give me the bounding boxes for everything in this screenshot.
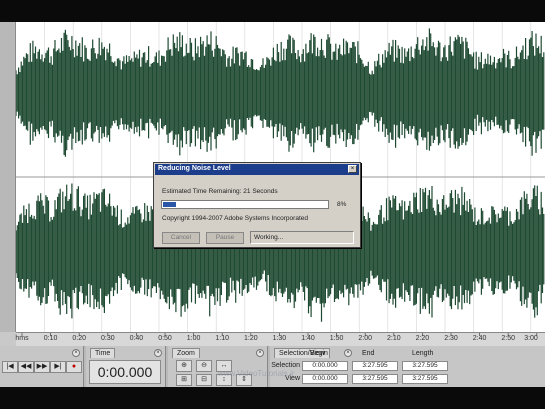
selection-begin-field[interactable]: 0:00.000 [302,361,348,371]
time-panel: Time × 0:00.000 [86,346,166,387]
fast-forward-button[interactable]: ▶▶ [34,361,50,373]
dialog-close-icon[interactable]: × [348,165,357,173]
reducing-noise-dialog[interactable]: Reducing Noise Level × Estimated Time Re… [153,162,361,248]
forward-to-end-icon: ▶| [54,363,62,370]
ruler-tick-label: 3:00 [524,335,538,342]
ruler-tick-label: 2:00 [358,335,372,342]
progress-bar-fill [163,202,176,207]
transport-panel: |◀ ◀◀ ▶▶ ▶| ● × [0,346,84,387]
zoom-in-horizontal-button[interactable]: ⊕ [176,360,192,372]
zoom-out-full-icon: ↔ [220,362,228,369]
fast-forward-icon: ▶▶ [36,363,48,370]
forward-to-end-button[interactable]: ▶| [50,361,66,373]
progress-percent: 8% [337,201,347,208]
selection-view-panel: Selection/View × Begin End Length Select… [270,346,545,387]
bottom-panels: |◀ ◀◀ ▶▶ ▶| ● × Time × 0:00.000 Zoom × ⊕… [0,346,545,387]
zoom-out-horizontal-icon: ⊖ [201,362,207,369]
ruler-tick-label: 0:20 [72,335,86,342]
pause-button[interactable]: Pause [206,232,244,244]
zoom-in-right-button[interactable]: ⊟ [196,374,212,386]
rewind-icon: ◀◀ [20,363,32,370]
time-panel-close-icon[interactable]: × [154,349,162,357]
ruler-tick-label: 2:40 [472,335,487,342]
left-channel-waveform[interactable] [16,28,545,157]
time-ruler[interactable]: hms 0:10 0:20 0:30 0:40 0:50 1:00 1:10 1:20 1:30 1… [15,332,545,346]
ruler-tick-label: 1:30 [272,335,287,342]
record-icon: ● [71,363,77,370]
zoom-panel-close-icon[interactable]: × [256,349,264,357]
ruler-tick-label: 0:40 [129,335,144,342]
ruler-tick-label: 2:30 [444,335,458,342]
selection-panel-close-icon[interactable]: × [344,349,352,357]
zoom-in-horizontal-icon: ⊕ [181,362,187,369]
zoom-in-left-button[interactable]: ⊞ [176,374,192,386]
begin-column-header: Begin [310,350,328,357]
ruler-tick-label: 2:50 [501,335,515,342]
audio-editor-window: hms 0:10 0:20 0:30 0:40 0:50 1:00 1:10 1:20 1:30 1… [0,22,545,387]
rewind-to-start-button[interactable]: |◀ [2,361,18,373]
waveform-path [16,28,545,157]
ruler-tick-label: 2:10 [386,335,401,342]
copyright-text: Copyright 1994-2007 Adobe Systems Incorp… [162,215,308,222]
estimated-time-text: Estimated Time Remaining: 21 Seconds [162,188,278,195]
ruler-tick-label: 0:10 [43,335,58,342]
ruler-tick-label: 2:20 [415,335,430,342]
zoom-in-left-icon: ⊞ [181,376,187,383]
ruler-tick-label: 1:20 [243,335,258,342]
zoom-in-right-icon: ⊟ [201,376,207,383]
ruler-tick-label: 1:00 [186,335,201,342]
waveform-left-gutter [0,22,16,332]
status-field: Working... [250,231,354,244]
length-column-header: Length [412,350,434,357]
record-button[interactable]: ● [66,361,82,373]
watermark-text: www.VideoTutorials.ir [218,369,295,378]
cancel-button[interactable]: Cancel [162,232,200,244]
selection-length-field[interactable]: 3:27.595 [402,361,448,371]
ruler-tick-label: 1:50 [329,335,344,342]
end-column-header: End [362,350,375,357]
dialog-titlebar[interactable]: Reducing Noise Level × [155,164,359,175]
ruler-tick-label: 0:50 [158,335,172,342]
ruler-tick-label: 1:10 [215,335,229,342]
ruler-tick-label: hms [15,335,29,342]
progress-bar [161,200,329,209]
view-length-field[interactable]: 3:27.595 [402,374,448,384]
view-end-field[interactable]: 3:27.595 [352,374,398,384]
selection-row-label: Selection [271,362,300,369]
selection-end-field[interactable]: 3:27.595 [352,361,398,371]
transport-panel-close-icon[interactable]: × [72,349,80,357]
ruler-tick-label: 1:40 [301,335,315,342]
zoom-panel: Zoom × ⊕ ⊖ ↔ ⊞ ⊟ ↕ ⇕ [168,346,268,387]
zoom-out-horizontal-button[interactable]: ⊖ [196,360,212,372]
ruler-tick-label: 0:30 [100,335,115,342]
time-display: 0:00.000 [89,360,161,384]
zoom-panel-tab[interactable]: Zoom [172,348,200,358]
view-begin-field[interactable]: 0:00.000 [302,374,348,384]
rewind-to-start-icon: |◀ [6,363,14,370]
time-panel-tab[interactable]: Time [90,348,116,358]
dialog-title: Reducing Noise Level [158,165,231,172]
rewind-button[interactable]: ◀◀ [18,361,34,373]
